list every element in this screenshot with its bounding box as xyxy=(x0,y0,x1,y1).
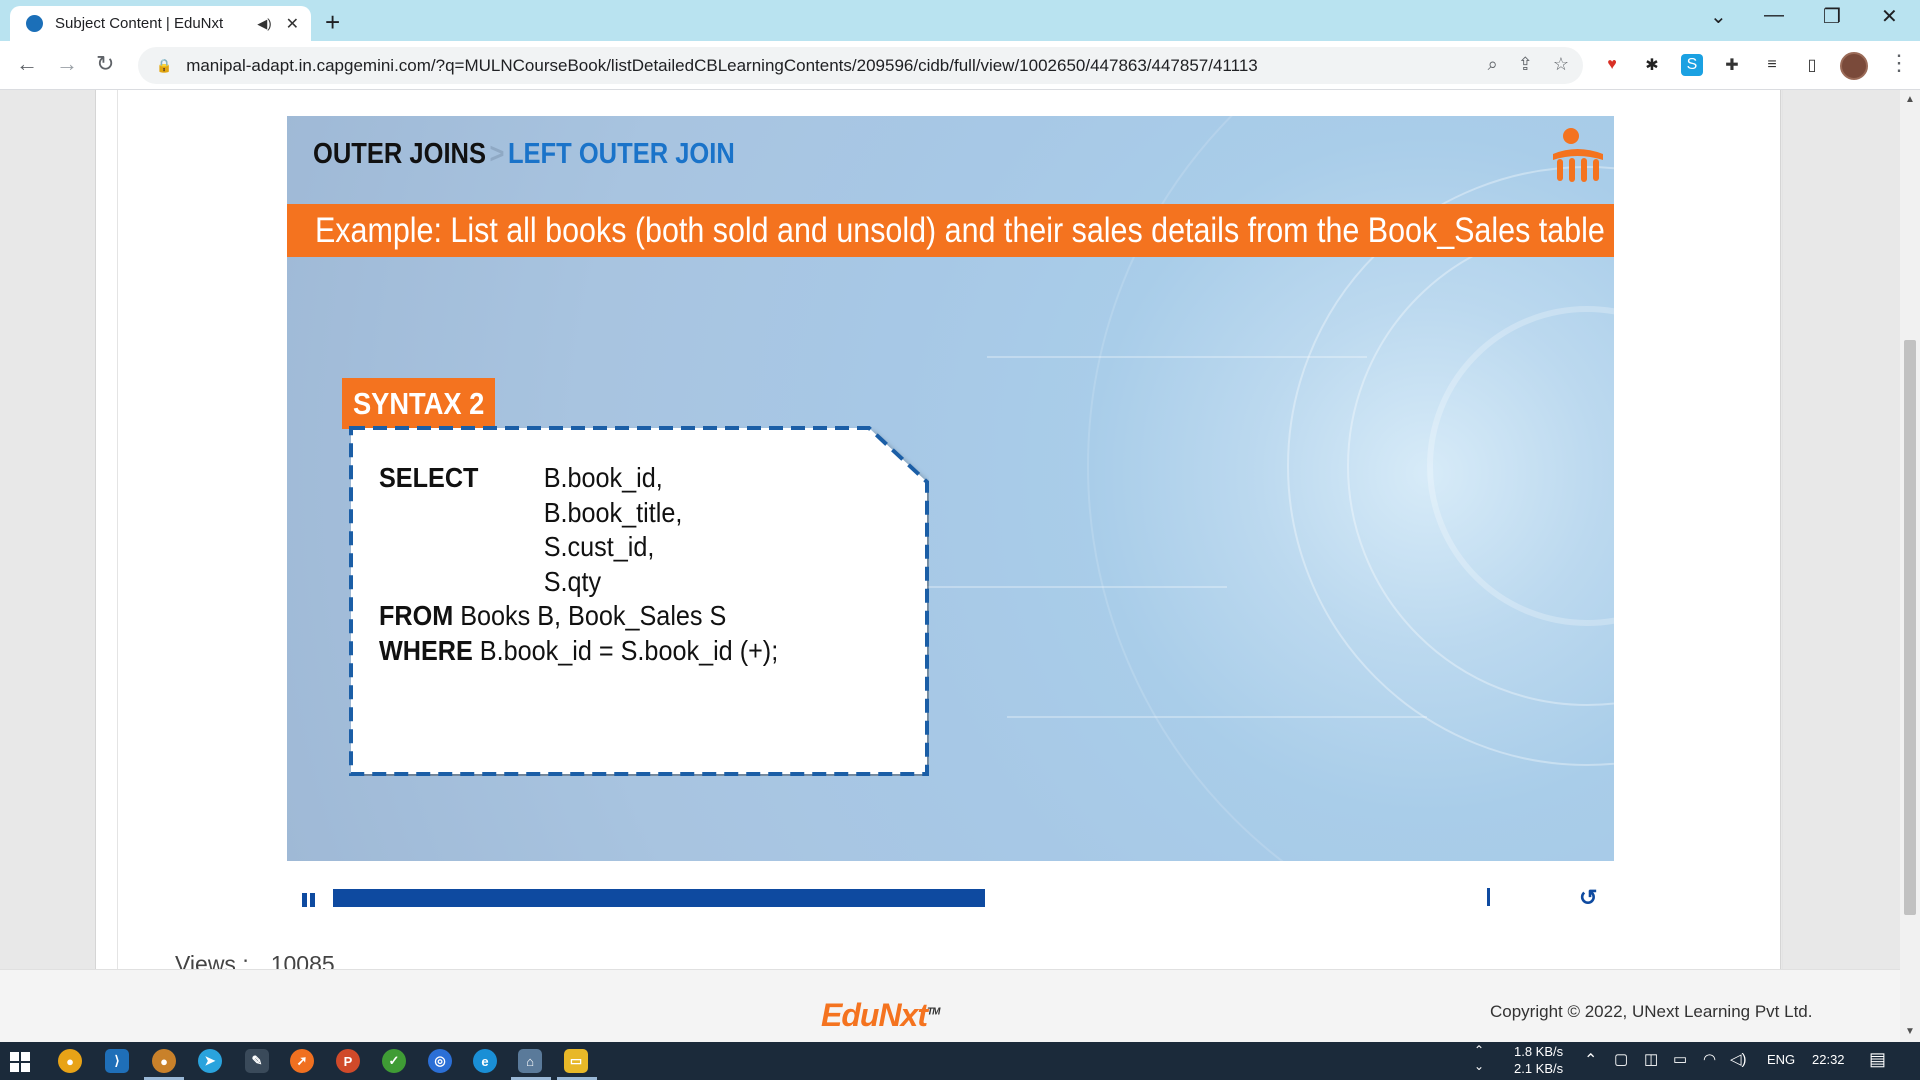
url-text: manipal-adapt.in.capgemini.com/?q=MULNCo… xyxy=(186,55,1258,75)
language-indicator[interactable]: ENG xyxy=(1767,1052,1795,1067)
video-progress-bar[interactable] xyxy=(333,889,985,907)
tab-title: Subject Content | EduNxt xyxy=(55,15,224,32)
tray-tablet-icon[interactable]: ▢ xyxy=(1614,1050,1628,1068)
sql-keyword-from: FROM xyxy=(379,600,454,631)
video-slide[interactable]: OUTER JOINS > LEFT OUTER JOIN Example: Lis… xyxy=(287,116,1614,861)
extension-s-icon[interactable]: S xyxy=(1681,54,1703,76)
tray-meet-icon[interactable]: ◫ xyxy=(1644,1050,1658,1068)
volume-marker[interactable] xyxy=(1487,888,1490,906)
sql-where-clause: B.book_id = S.book_id (+); xyxy=(472,634,779,666)
windows-taskbar: ● ⟩ ● ➤ ✎ ➚ P ✓ ◎ e ⌂ ▭ ⌃ ⌄ 1.8 KB/s 2.1… xyxy=(0,1042,1920,1080)
footer: EduNxtTM Copyright © 2022, UNext Learnin… xyxy=(0,969,1900,1042)
clock-time[interactable]: 22:32 xyxy=(1812,1052,1845,1067)
tray-chevron-down-icon[interactable]: ⌄ xyxy=(1474,1059,1484,1073)
volume-icon[interactable]: ◁) xyxy=(1730,1050,1747,1068)
back-arrow-icon[interactable]: ← xyxy=(16,51,38,77)
slide-title-separator: > xyxy=(489,138,505,170)
file-explorer-taskbar-icon[interactable]: ▭ xyxy=(564,1049,588,1073)
copyright-text: Copyright © 2022, UNext Learning Pvt Ltd… xyxy=(1490,1002,1813,1021)
bookmark-star-icon[interactable]: ☆ xyxy=(1553,54,1569,75)
chrome-menu-icon[interactable]: ⋮ xyxy=(1888,50,1910,76)
wifi-icon[interactable]: ◠ xyxy=(1703,1050,1716,1068)
extensions-puzzle-icon[interactable]: ✚ xyxy=(1721,54,1743,76)
chrome-active-taskbar-icon[interactable]: ● xyxy=(152,1049,176,1073)
media-control-icon[interactable]: ≡ xyxy=(1761,54,1783,76)
extension-bug-icon[interactable]: ✱ xyxy=(1641,54,1663,76)
logo-edu: Edu xyxy=(821,997,879,1033)
pause-icon[interactable] xyxy=(302,893,316,907)
video-controls: ↺ xyxy=(287,885,1614,915)
chrome-taskbar-icon[interactable]: ● xyxy=(58,1049,82,1073)
tab-audio-icon[interactable]: ◀) xyxy=(257,16,271,32)
forward-arrow-icon[interactable]: → xyxy=(56,51,78,77)
sql-select-col-4: S.qty xyxy=(543,565,602,597)
vscode-taskbar-icon[interactable]: ⟩ xyxy=(105,1049,129,1073)
page-content: OUTER JOINS > LEFT OUTER JOIN Example: Lis… xyxy=(0,90,1900,969)
lock-icon[interactable]: 🔒 xyxy=(156,58,172,74)
sql-select-col-3: S.cust_id, xyxy=(543,531,655,562)
sql-keyword-select: SELECT xyxy=(379,462,479,493)
share-icon[interactable]: ⇪ xyxy=(1518,54,1533,75)
app-taskbar-icon[interactable]: ✎ xyxy=(245,1049,269,1073)
tray-overflow-icon[interactable]: ⌃ xyxy=(1584,1050,1597,1070)
restore-button[interactable]: ❐ xyxy=(1823,4,1841,29)
edunxt-favicon-icon xyxy=(26,15,43,32)
windows-start-icon[interactable] xyxy=(10,1052,30,1072)
side-panel-icon[interactable]: ▯ xyxy=(1801,54,1823,76)
scroll-down-arrow-icon[interactable]: ▼ xyxy=(1905,1026,1915,1037)
browser-tab[interactable]: Subject Content | EduNxt ◀) ✕ xyxy=(10,6,311,41)
scroll-up-arrow-icon[interactable]: ▲ xyxy=(1905,94,1915,105)
zoom-icon[interactable]: ⌕ xyxy=(1488,54,1498,75)
sql-select-col-1: B.book_id, xyxy=(543,462,663,493)
close-window-button[interactable]: ✕ xyxy=(1881,4,1898,29)
example-banner-text: Example: List all books (both sold and u… xyxy=(315,211,1605,250)
page-scrollbar[interactable]: ▲ ▼ xyxy=(1900,90,1920,1042)
scrollbar-thumb[interactable] xyxy=(1904,340,1916,915)
logo-tm: TM xyxy=(927,1006,940,1018)
replay-icon[interactable]: ↺ xyxy=(1579,885,1597,911)
sql-select-col-2: B.book_title, xyxy=(543,496,683,528)
slide-title-main: OUTER JOINS xyxy=(313,138,487,170)
tab-close-icon[interactable]: ✕ xyxy=(286,14,299,34)
net-speed-down: 2.1 KB/s xyxy=(1514,1061,1564,1076)
address-bar[interactable]: 🔒 manipal-adapt.in.capgemini.com/?q=MULN… xyxy=(138,47,1583,84)
tray-chevron-up-icon[interactable]: ⌃ xyxy=(1474,1043,1484,1057)
task-manager-taskbar-icon[interactable]: ⌂ xyxy=(518,1049,542,1073)
logo-nxt: Nxt xyxy=(878,997,928,1033)
manipal-logo-icon xyxy=(1553,128,1603,182)
syntax-label-text: SYNTAX 2 xyxy=(352,386,485,421)
browser-tab-strip: Subject Content | EduNxt ◀) ✕ + ⌄ — ❐ ✕ xyxy=(0,0,1920,41)
notifications-icon[interactable]: ▤ xyxy=(1869,1049,1886,1070)
sql-code: SELECT B.book_id, B.book_title, S.cust_i… xyxy=(379,461,823,668)
slide-title-sub: LEFT OUTER JOIN xyxy=(507,138,735,170)
battery-icon[interactable]: ▭ xyxy=(1673,1050,1687,1068)
views-counter: Views : 10085 xyxy=(175,951,335,969)
telegram-taskbar-icon[interactable]: ➤ xyxy=(198,1049,222,1073)
app-green-taskbar-icon[interactable]: ✓ xyxy=(382,1049,406,1073)
net-speed-up: 1.8 KB/s xyxy=(1514,1044,1564,1059)
postman-taskbar-icon[interactable]: ➚ xyxy=(290,1049,314,1073)
tab-search-icon[interactable]: ⌄ xyxy=(1710,4,1727,29)
slide-title: OUTER JOINS > LEFT OUTER JOIN xyxy=(313,138,735,171)
sql-keyword-where: WHERE xyxy=(379,634,473,666)
profile-avatar[interactable] xyxy=(1840,52,1868,80)
views-label: Views : xyxy=(175,951,249,969)
edge-taskbar-icon[interactable]: e xyxy=(473,1049,497,1073)
edunxt-logo: EduNxtTM xyxy=(821,997,940,1034)
syntax-label: SYNTAX 2 xyxy=(342,378,495,429)
views-count: 10085 xyxy=(270,951,335,969)
sql-from-clause: Books B, Book_Sales S xyxy=(453,600,727,631)
extension-pocket-icon[interactable]: ♥ xyxy=(1601,54,1623,76)
powerpoint-taskbar-icon[interactable]: P xyxy=(336,1049,360,1073)
reload-icon[interactable]: ↻ xyxy=(96,51,114,77)
minimize-button[interactable]: — xyxy=(1764,4,1784,27)
browser-toolbar: ← → ↻ 🔒 manipal-adapt.in.capgemini.com/?… xyxy=(0,41,1920,90)
app-blue-taskbar-icon[interactable]: ◎ xyxy=(428,1049,452,1073)
new-tab-button[interactable]: + xyxy=(325,7,340,38)
example-banner: Example: List all books (both sold and u… xyxy=(287,204,1614,257)
